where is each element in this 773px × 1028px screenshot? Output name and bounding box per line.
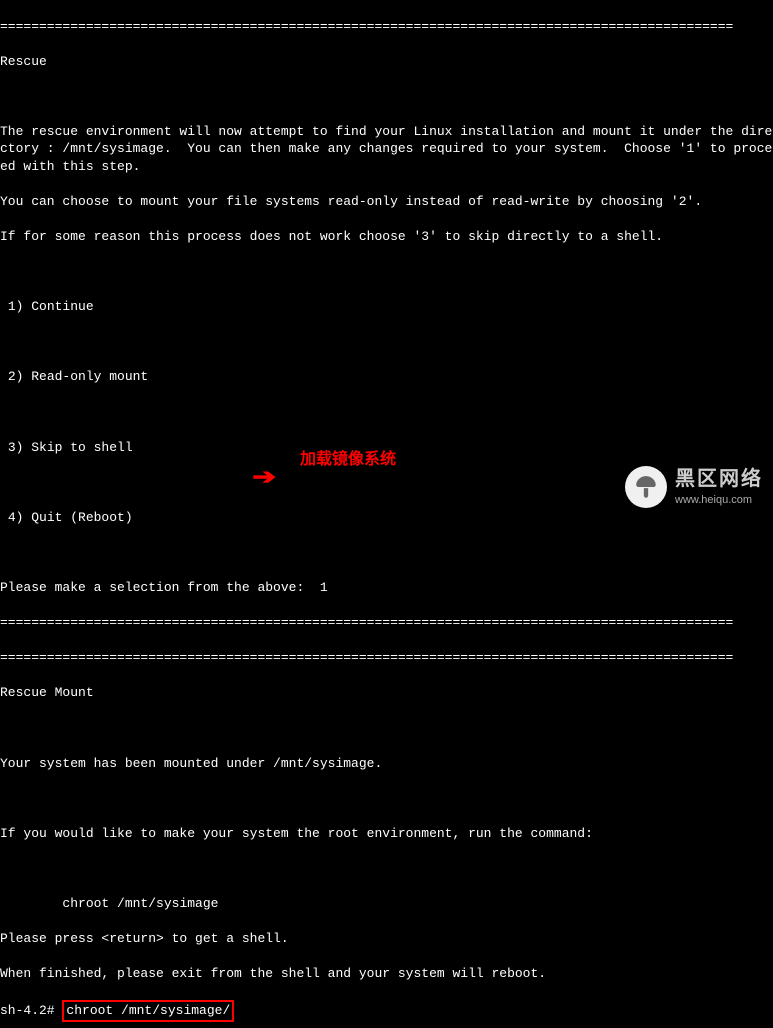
rescue-header: Rescue — [0, 53, 773, 71]
blank-line — [0, 860, 773, 878]
blank-line — [0, 333, 773, 351]
mushroom-icon — [633, 474, 659, 500]
menu-option-quit[interactable]: 4) Quit (Reboot) — [0, 509, 773, 527]
selection-prompt-line: Please make a selection from the above: … — [0, 579, 773, 597]
terminal-output: ========================================… — [0, 0, 773, 1028]
shell-command[interactable]: chroot /mnt/sysimage/ — [66, 1003, 230, 1018]
blank-line — [0, 88, 773, 106]
instruction-l3-part1: Please press <return> to get a shell. — [0, 930, 773, 948]
blank-line — [0, 544, 773, 562]
watermark-title: 黑区网络 — [675, 466, 763, 493]
annotation-label: 加载镜像系统 — [300, 450, 396, 472]
watermark-url: www.heiqu.com — [675, 493, 763, 508]
annotation-arrow-icon: ➔ — [252, 464, 276, 494]
menu-option-continue[interactable]: 1) Continue — [0, 298, 773, 316]
menu-option-readonly[interactable]: 2) Read-only mount — [0, 368, 773, 386]
rescue-body-p1: The rescue environment will now attempt … — [0, 123, 773, 176]
command-highlight: chroot /mnt/sysimage/ — [62, 1000, 234, 1022]
mount-message: Your system has been mounted under /mnt/… — [0, 755, 773, 773]
separator-line: ========================================… — [0, 614, 773, 632]
watermark: 黑区网络 www.heiqu.com — [625, 466, 763, 508]
shell-line[interactable]: sh-4.2# chroot /mnt/sysimage/ — [0, 1000, 773, 1022]
separator-line: ========================================… — [0, 18, 773, 36]
instruction-l3-part2: When finished, please exit from the shel… — [0, 965, 773, 983]
selection-input[interactable]: 1 — [320, 580, 328, 595]
shell-prompt: sh-4.2# — [0, 1003, 62, 1018]
rescue-body-p2: You can choose to mount your file system… — [0, 193, 773, 211]
blank-line — [0, 404, 773, 422]
watermark-text: 黑区网络 www.heiqu.com — [675, 466, 763, 508]
watermark-logo-icon — [625, 466, 667, 508]
rescue-mount-header: Rescue Mount — [0, 684, 773, 702]
instruction-l2: chroot /mnt/sysimage — [0, 895, 773, 913]
blank-line — [0, 719, 773, 737]
rescue-body-p3: If for some reason this process does not… — [0, 228, 773, 246]
instruction-l1: If you would like to make your system th… — [0, 825, 773, 843]
blank-line — [0, 790, 773, 808]
separator-line: ========================================… — [0, 649, 773, 667]
selection-prompt: Please make a selection from the above: — [0, 580, 320, 595]
blank-line — [0, 263, 773, 281]
